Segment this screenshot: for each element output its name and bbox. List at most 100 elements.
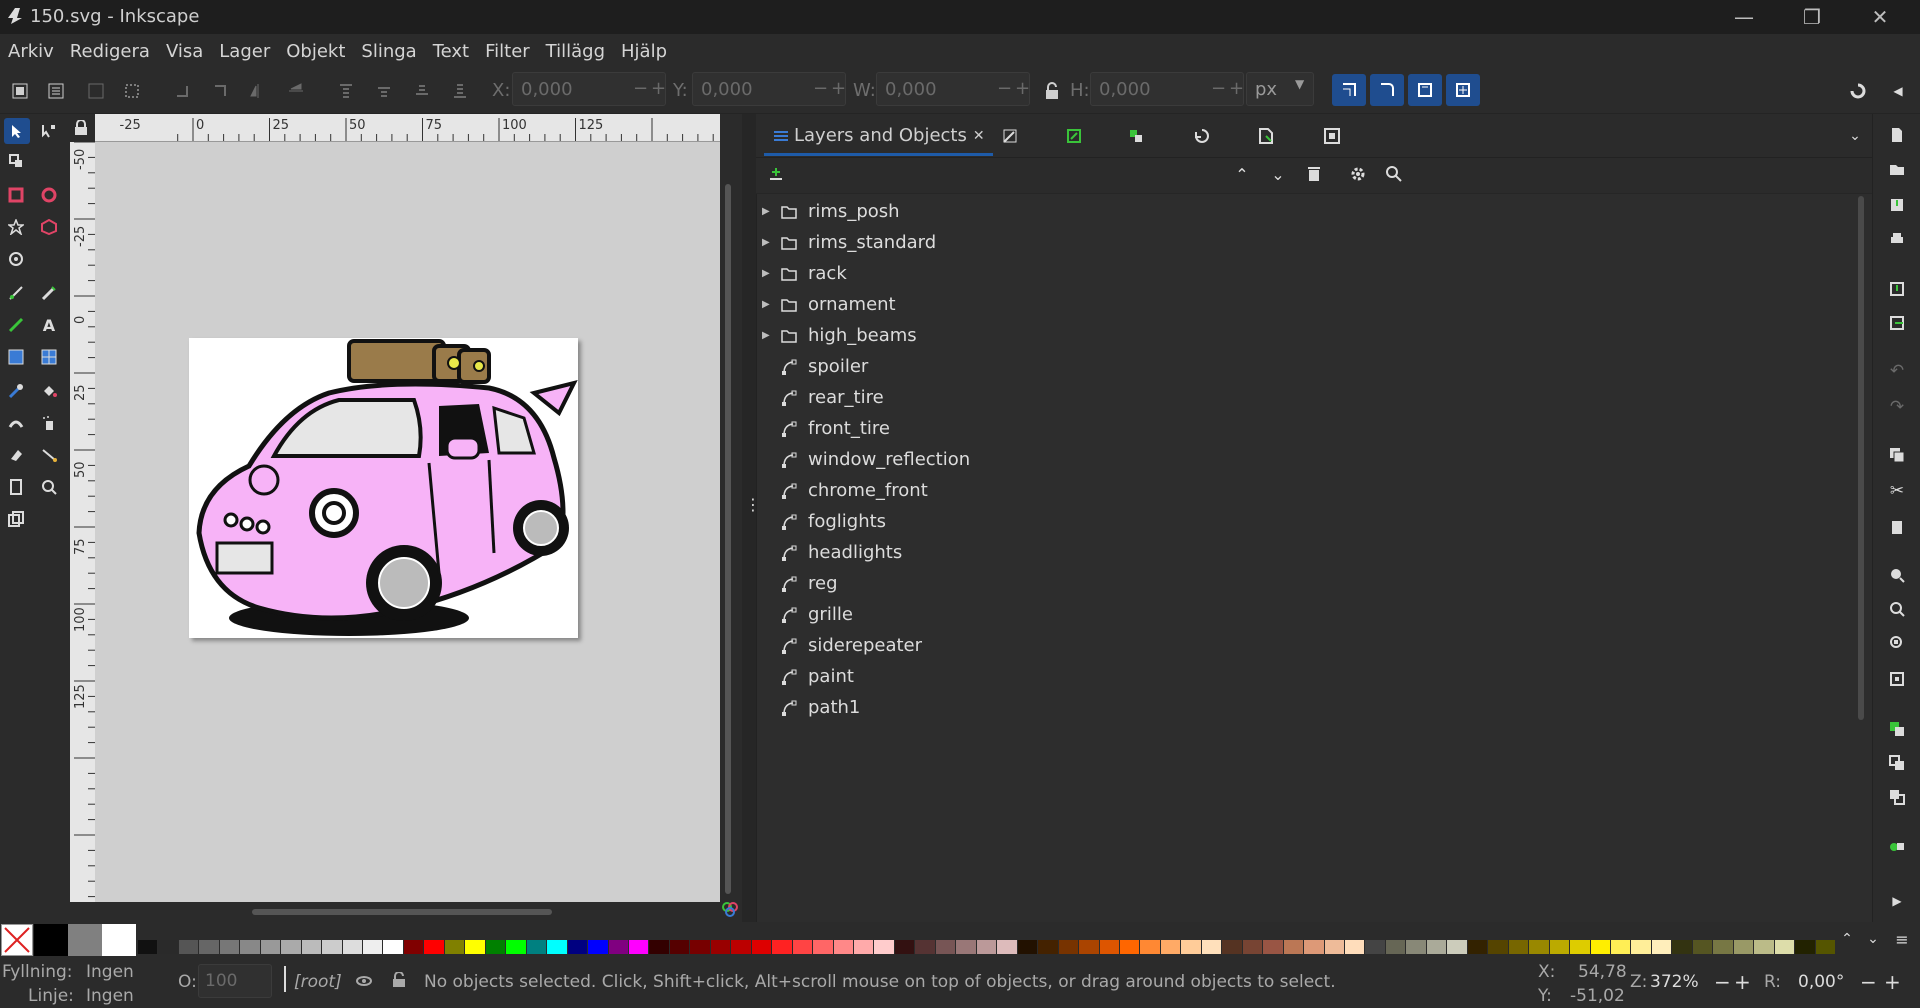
expand-arrow-icon[interactable]: ▶ xyxy=(762,299,776,310)
car-drawing[interactable] xyxy=(189,338,578,638)
palette-swatch[interactable] xyxy=(854,940,874,954)
scale-stroke-button[interactable] xyxy=(1332,74,1366,106)
calligraphy-tool-icon[interactable] xyxy=(5,314,27,336)
palette-swatch[interactable] xyxy=(751,940,772,954)
palette-swatch[interactable] xyxy=(281,940,301,954)
y-increment[interactable]: + xyxy=(831,78,846,99)
palette-swatch[interactable] xyxy=(178,940,199,954)
palette-swatch[interactable] xyxy=(1099,940,1119,954)
palette-swatch[interactable] xyxy=(1549,940,1570,954)
palette-swatch[interactable] xyxy=(1385,940,1406,954)
palette-swatch[interactable] xyxy=(649,940,669,954)
spiral-tool-icon[interactable] xyxy=(5,248,27,270)
palette-swatch[interactable] xyxy=(363,940,383,954)
export-tab-icon[interactable] xyxy=(1062,124,1086,148)
palette-swatch[interactable] xyxy=(1467,940,1488,954)
palette-swatch[interactable] xyxy=(1119,940,1140,954)
menu-lager[interactable]: Lager xyxy=(219,41,270,62)
snap-icon[interactable] xyxy=(1846,79,1870,103)
drawing-canvas[interactable] xyxy=(95,142,720,902)
node-tool-icon[interactable] xyxy=(38,120,60,142)
palette-swatch[interactable] xyxy=(342,940,363,954)
menu-slinga[interactable]: Slinga xyxy=(361,41,416,62)
palette-swatch[interactable] xyxy=(260,940,281,954)
layer-row[interactable]: path1 xyxy=(760,692,860,723)
vertical-scroll-thumb[interactable] xyxy=(725,184,731,894)
palette-swatch[interactable] xyxy=(240,940,260,954)
layer-row[interactable]: window_reflection xyxy=(760,444,970,475)
h-increment[interactable]: + xyxy=(1229,78,1244,99)
palette-swatch[interactable] xyxy=(1447,940,1467,954)
search-input[interactable] xyxy=(1408,162,1863,190)
palette-swatch[interactable] xyxy=(1508,940,1529,954)
layer-list-scrollbar[interactable] xyxy=(1858,196,1864,720)
lower-icon[interactable] xyxy=(410,79,434,103)
fill-value[interactable]: Ingen xyxy=(86,962,134,982)
palette-swatch[interactable] xyxy=(1324,940,1344,954)
menu-hjalp[interactable]: Hjälp xyxy=(621,41,667,62)
palette-swatch[interactable] xyxy=(383,940,403,954)
palette-swatch[interactable] xyxy=(1038,940,1058,954)
palette-swatch[interactable] xyxy=(792,940,813,954)
export-icon[interactable] xyxy=(1886,312,1908,334)
palette-swatch[interactable] xyxy=(874,940,894,954)
palette-swatch[interactable] xyxy=(465,940,485,954)
palette-swatch[interactable] xyxy=(199,940,219,954)
layer-row[interactable]: reg xyxy=(760,568,838,599)
current-layer[interactable]: [root] xyxy=(294,972,342,992)
palette-swatch[interactable] xyxy=(915,940,935,954)
delete-icon[interactable] xyxy=(1302,162,1326,186)
palette-swatch[interactable] xyxy=(608,940,628,954)
paste-icon[interactable] xyxy=(1886,516,1908,538)
tab-layers-and-objects[interactable]: Layers and Objects ✕ xyxy=(764,118,993,156)
symbols-tab-icon[interactable] xyxy=(1320,124,1344,148)
palette-swatch[interactable] xyxy=(1140,940,1160,954)
print-icon[interactable] xyxy=(1886,228,1908,250)
h-field[interactable]: 0,000 − + xyxy=(1090,72,1244,106)
flip-vertical-icon[interactable] xyxy=(284,79,308,103)
opacity-field[interactable]: 100 xyxy=(198,964,272,998)
white-swatch[interactable] xyxy=(102,924,136,956)
pen-tool-icon[interactable] xyxy=(5,282,27,304)
minimize-button[interactable]: — xyxy=(1710,0,1778,34)
palette-swatch[interactable] xyxy=(690,940,710,954)
y-field[interactable]: 0,000 − + xyxy=(692,72,846,106)
palette-swatch[interactable] xyxy=(138,940,158,954)
palette-swatch[interactable] xyxy=(1160,940,1181,954)
palette-swatch[interactable] xyxy=(1610,940,1631,954)
rotation-value[interactable]: 0,00° xyxy=(1798,972,1844,992)
layer-row[interactable]: headlights xyxy=(760,537,902,568)
raise-to-top-icon[interactable] xyxy=(334,79,358,103)
black-swatch[interactable] xyxy=(34,924,68,956)
palette-swatch[interactable] xyxy=(1713,940,1733,954)
palette-swatch[interactable] xyxy=(1242,940,1263,954)
palette-swatch[interactable] xyxy=(158,940,178,954)
layer-row[interactable]: front_tire xyxy=(760,413,890,444)
palette-swatch[interactable] xyxy=(1017,940,1038,954)
menu-redigera[interactable]: Redigera xyxy=(70,41,150,62)
layer-row[interactable]: rear_tire xyxy=(760,382,884,413)
document-page[interactable] xyxy=(189,338,578,638)
palette-swatch[interactable] xyxy=(322,940,342,954)
palette-menu-icon[interactable]: ≡ xyxy=(1892,930,1912,949)
document-properties-tab-icon[interactable] xyxy=(1254,124,1278,148)
lock-ratio-icon[interactable] xyxy=(1040,79,1064,103)
save-icon[interactable] xyxy=(1886,194,1908,216)
rectangle-tool-icon[interactable] xyxy=(5,184,27,206)
palette-scroll-down-icon[interactable]: ⌄ xyxy=(1864,930,1882,948)
zoom-width-icon[interactable] xyxy=(1886,668,1908,690)
vertical-scrollbar[interactable] xyxy=(720,114,742,922)
visibility-eye-icon[interactable] xyxy=(356,974,372,988)
snap-menu-icon[interactable]: ◀ xyxy=(1886,79,1910,103)
no-paint-swatch[interactable] xyxy=(1,924,33,956)
menu-filter[interactable]: Filter xyxy=(485,41,530,62)
palette-swatch[interactable] xyxy=(1529,940,1549,954)
palette-swatch[interactable] xyxy=(485,940,506,954)
measure-tool-icon[interactable] xyxy=(5,508,27,530)
undo-icon[interactable]: ↶ xyxy=(1886,360,1908,382)
vertical-ruler[interactable]: -50 -25 0 25 50 75 100 125 xyxy=(70,142,95,902)
lower-to-bottom-icon[interactable] xyxy=(448,79,472,103)
palette-swatch[interactable] xyxy=(1058,940,1079,954)
palette-swatch[interactable] xyxy=(813,940,833,954)
color-manage-icon[interactable] xyxy=(722,901,738,917)
